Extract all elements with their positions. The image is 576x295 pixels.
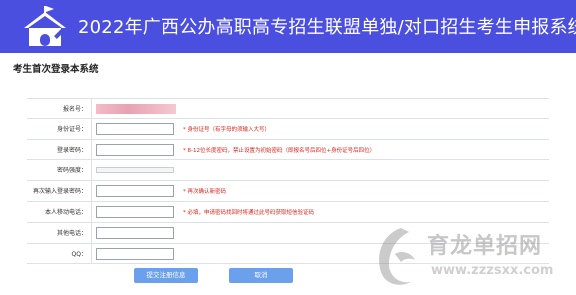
column-divider (91, 139, 92, 160)
confirm-password-input[interactable] (96, 185, 174, 198)
column-divider (91, 243, 92, 264)
id-number-input[interactable] (96, 122, 174, 135)
form-row-exam-number: 报名号： (27, 98, 549, 119)
column-divider (91, 160, 92, 181)
field-label: 报名号： (62, 106, 87, 113)
field-label: 本人移动电话： (44, 208, 87, 216)
watermark-text: 育龙单招网 (427, 233, 543, 259)
column-divider (91, 118, 92, 139)
watermark-logo-icon (379, 228, 415, 285)
password-hint: * 8-12位长度密码，禁止设置为初始密码（即报名号后四位+身份证号后四位） (183, 147, 376, 154)
qq-input[interactable] (96, 247, 174, 260)
watermark-url: www.zzzsxx.com (431, 263, 554, 278)
field-label: QQ： (71, 250, 87, 258)
exam-number-value (96, 104, 176, 114)
section-title: 考生首次登录本系统 (13, 64, 99, 75)
id-number-hint: * 身份证号（有字母的须输入大写） (183, 126, 270, 133)
cancel-button[interactable]: 取消 (229, 268, 293, 283)
app-header: 2022年广西公办高职高专招生联盟单独/对口招生考生申报系统 (0, 0, 576, 53)
form-row-confirm-password: 再次输入登录密码： * 再次确认新密码 (27, 181, 549, 202)
page-title: 2022年广西公办高职高专招生联盟单独/对口招生考生申报系统 (78, 17, 576, 38)
mobile-phone-input[interactable] (96, 205, 174, 218)
form-row-id-number: 身份证号： * 身份证号（有字母的须输入大写） (27, 118, 549, 140)
column-divider (91, 201, 92, 222)
column-divider (91, 222, 92, 243)
school-house-icon (24, 6, 66, 46)
field-label: 其他电话： (56, 229, 87, 237)
other-phone-input[interactable] (96, 226, 174, 239)
form-row-mobile: 本人移动电话： * 必填，申请密码找回时将通过此号码获取短信验证码 (27, 201, 549, 223)
column-divider (91, 99, 92, 118)
field-label: 再次输入登录密码： (32, 188, 87, 196)
password-strength-meter (96, 167, 174, 174)
field-label: 登录密码： (56, 146, 87, 154)
column-divider (91, 181, 92, 201)
submit-registration-button[interactable]: 提交注册信息 (134, 268, 198, 283)
field-label: 密码强度： (56, 167, 87, 175)
mobile-phone-hint: * 必填，申请密码找回时将通过此号码获取短信验证码 (183, 209, 315, 216)
password-input[interactable] (96, 143, 174, 156)
site-watermark: 育龙单招网 www.zzzsxx.com (371, 222, 576, 295)
field-label: 身份证号： (56, 125, 87, 133)
confirm-password-hint: * 再次确认新密码 (183, 189, 226, 196)
form-row-password: 登录密码： * 8-12位长度密码，禁止设置为初始密码（即报名号后四位+身份证号… (27, 139, 549, 161)
form-row-password-strength: 密码强度： (27, 160, 549, 182)
